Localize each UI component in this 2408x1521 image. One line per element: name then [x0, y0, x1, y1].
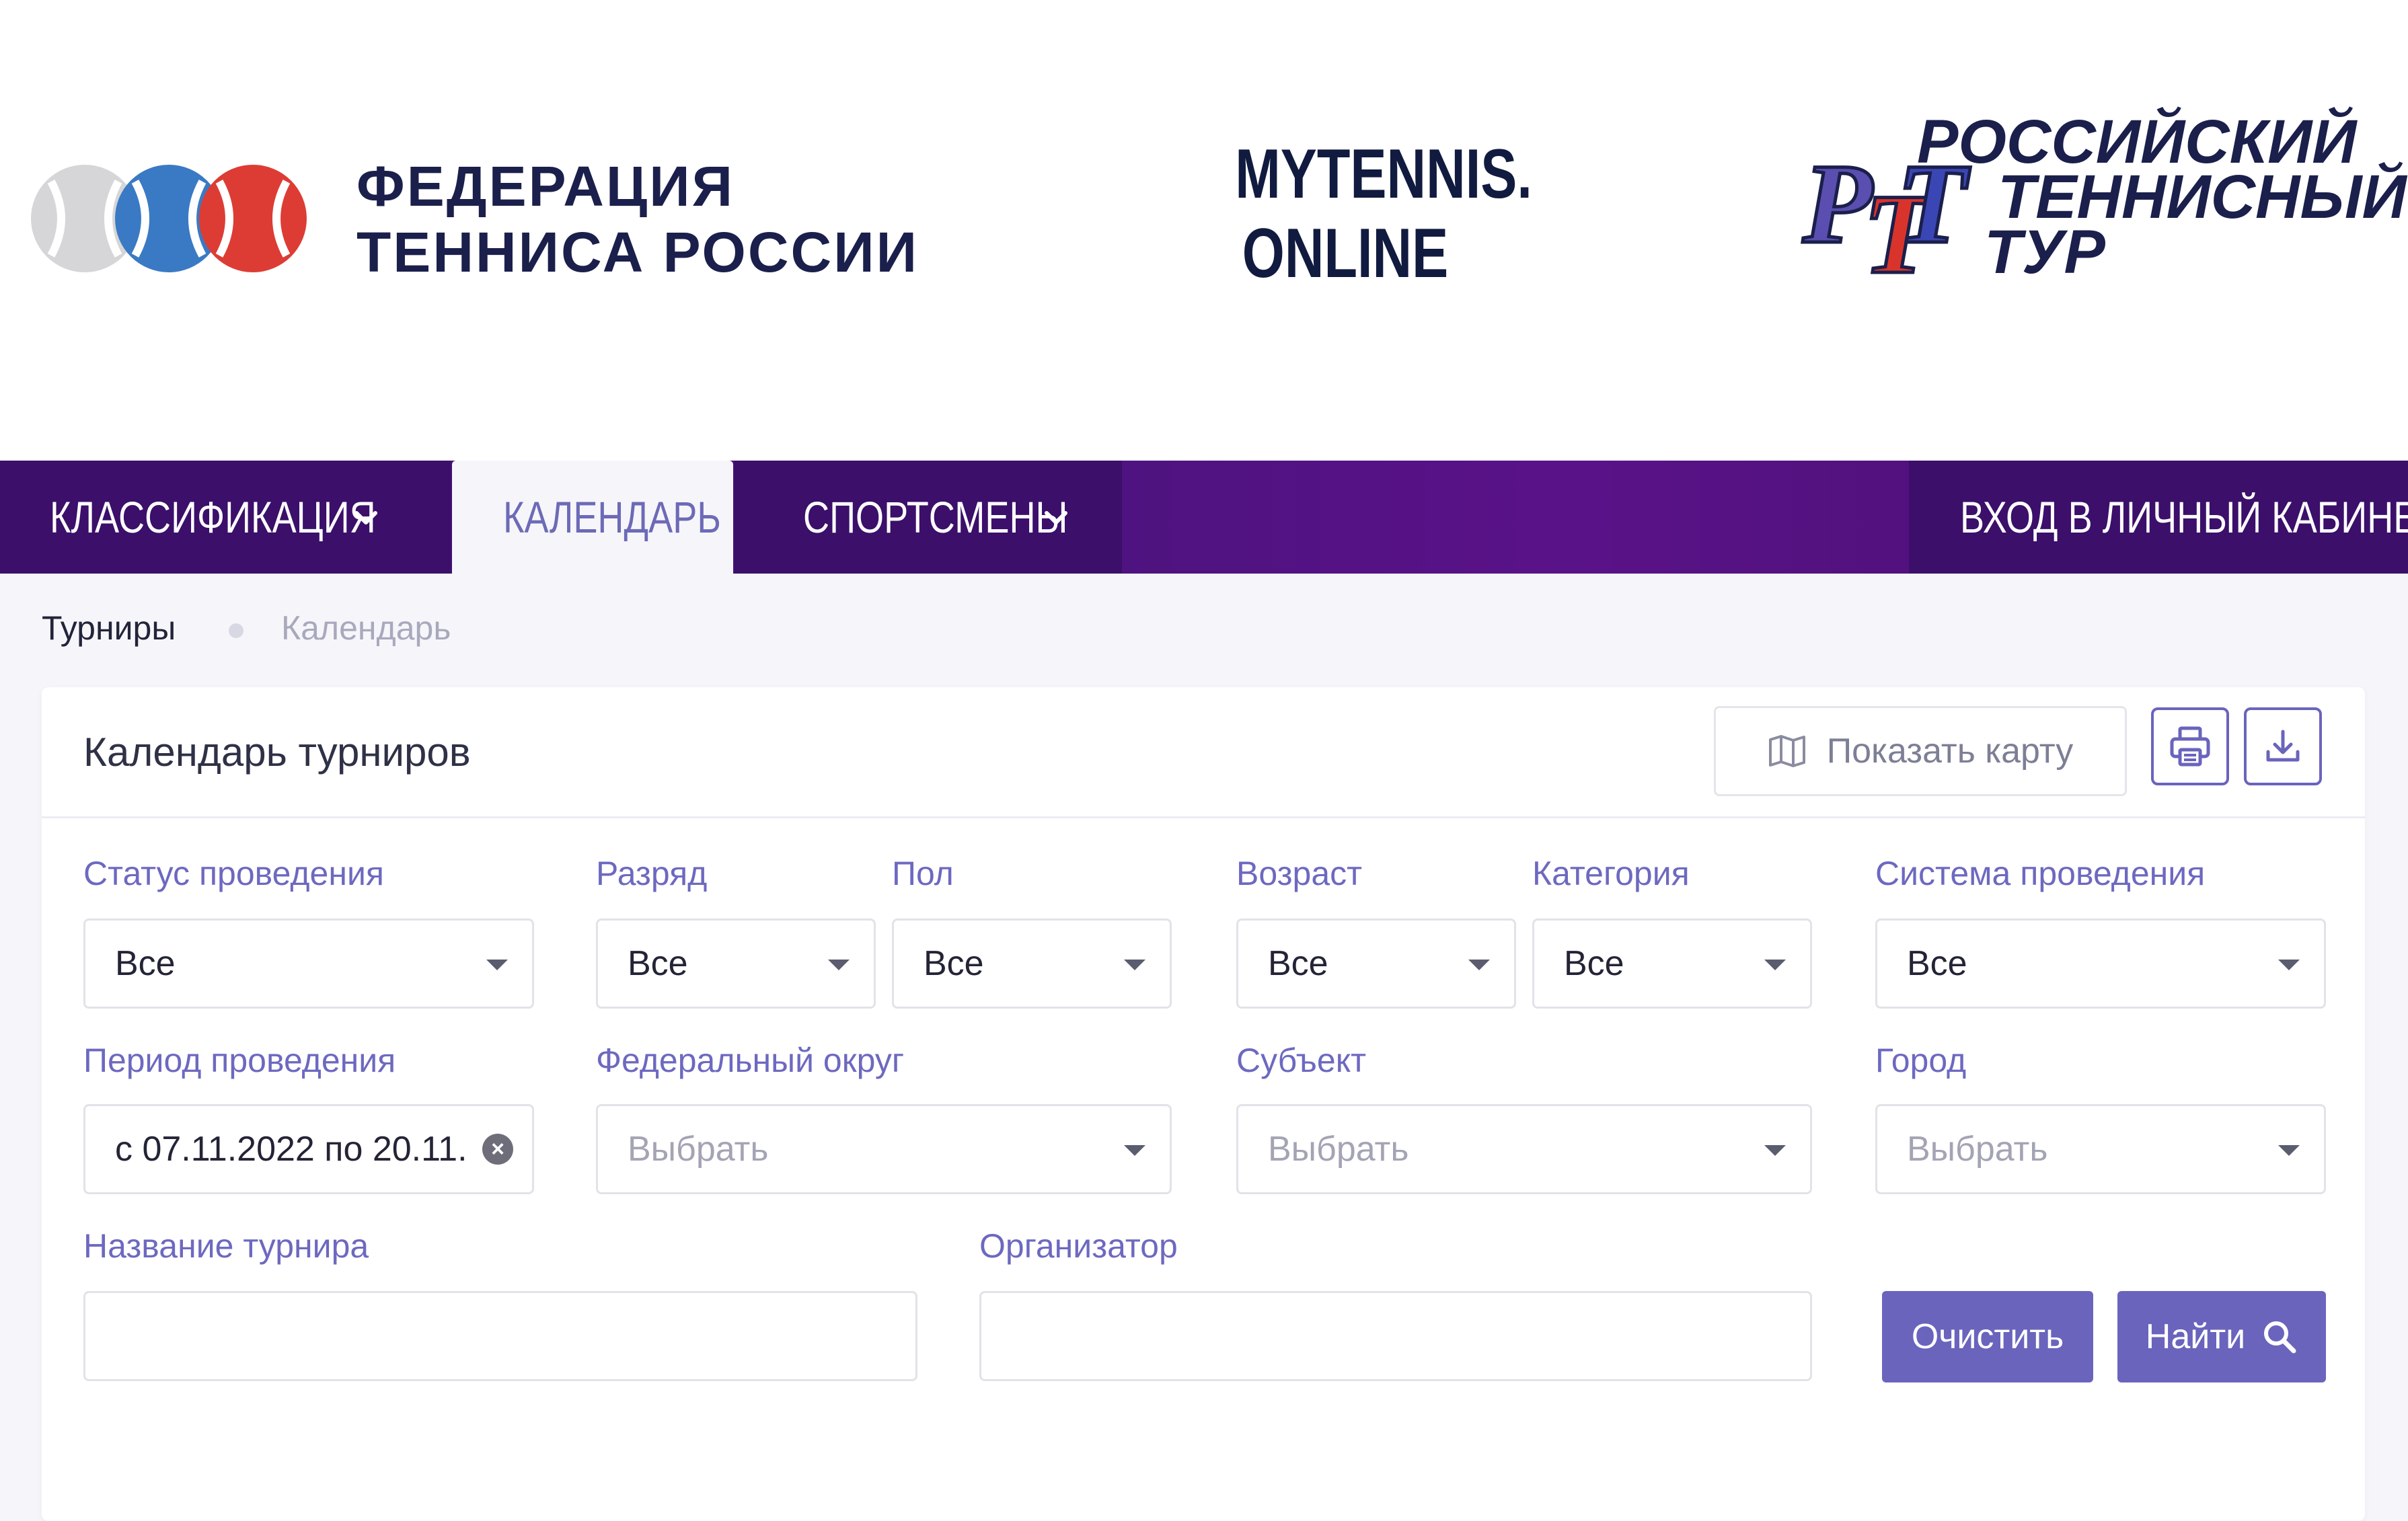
find-button[interactable]: Найти	[2117, 1291, 2326, 1382]
main-navbar: КЛАССИФИКАЦИЯ КАЛЕНДАРЬ СПОРТСМЕНЫ ВХОД …	[0, 461, 2408, 574]
caret-down-icon	[828, 960, 850, 970]
system-select[interactable]: Все	[1875, 919, 2326, 1009]
card-title: Календарь турниров	[83, 730, 471, 775]
subject-select[interactable]: Выбрать	[1236, 1104, 1812, 1194]
caret-down-icon	[1764, 1145, 1786, 1156]
search-icon	[2264, 1321, 2296, 1354]
age-label: Возраст	[1236, 855, 1363, 892]
system-value: Все	[1907, 944, 1967, 983]
caret-down-icon	[486, 960, 508, 970]
clear-button-label: Очистить	[1911, 1317, 2064, 1356]
ftr-logo-text[interactable]: ФЕДЕРАЦИЯ ТЕННИСА РОССИИ	[356, 153, 919, 285]
rank-select[interactable]: Все	[596, 919, 876, 1009]
organizer-label: Организатор	[979, 1227, 1178, 1265]
nav-calendar[interactable]: КАЛЕНДАРЬ	[452, 461, 733, 574]
category-value: Все	[1564, 944, 1624, 983]
age-value: Все	[1268, 944, 1328, 983]
status-select[interactable]: Все	[83, 919, 534, 1009]
print-button[interactable]	[2151, 707, 2229, 785]
district-label: Федеральный округ	[596, 1042, 905, 1079]
breadcrumb-current: Календарь	[281, 609, 451, 647]
ftr-logo-icon[interactable]	[24, 155, 313, 282]
caret-down-icon	[1764, 960, 1786, 970]
mytennis-line-2: ONLINE	[1242, 214, 1449, 292]
tournament-name-input[interactable]	[83, 1291, 917, 1381]
period-value: с 07.11.2022 по 20.11.	[115, 1130, 467, 1169]
ftr-line-1: ФЕДЕРАЦИЯ	[356, 155, 735, 218]
category-select[interactable]: Все	[1532, 919, 1812, 1009]
nav-athletes[interactable]: СПОРТСМЕНЫ	[735, 461, 1122, 574]
nav-login[interactable]: ВХОД В ЛИЧНЫЙ КАБИНЕТ	[1909, 461, 2408, 574]
status-label: Статус проведения	[83, 855, 384, 892]
subject-placeholder: Выбрать	[1268, 1130, 1409, 1169]
download-button[interactable]	[2244, 707, 2322, 785]
rtt-logo-text[interactable]: РОССИЙСКИЙ ТЕННИСНЫЙ ТУР	[1917, 108, 2407, 286]
find-button-label: Найти	[2145, 1317, 2246, 1356]
caret-down-icon	[2278, 960, 2300, 970]
nav-login-label: ВХОД В ЛИЧНЫЙ КАБИНЕТ	[1960, 492, 2408, 542]
clear-button[interactable]: Очистить	[1882, 1291, 2093, 1382]
rtt-line-3: ТУР	[1984, 218, 2105, 286]
nav-calendar-label: КАЛЕНДАРЬ	[503, 492, 721, 542]
caret-down-icon	[1124, 960, 1145, 970]
chevron-down-icon	[1045, 511, 1067, 524]
caret-down-icon	[1124, 1145, 1145, 1156]
gender-select[interactable]: Все	[892, 919, 1172, 1009]
caret-down-icon	[2278, 1145, 2300, 1156]
nav-classification-label: КЛАССИФИКАЦИЯ	[50, 492, 376, 542]
download-icon	[2266, 730, 2300, 762]
rank-label: Разряд	[596, 855, 708, 892]
breadcrumb-separator	[229, 623, 243, 638]
chevron-down-icon	[354, 511, 377, 524]
status-value: Все	[115, 944, 176, 983]
nav-classification[interactable]: КЛАССИФИКАЦИЯ	[0, 461, 451, 574]
card-header: Календарь турниров Показать карту	[42, 687, 2365, 818]
print-icon	[2170, 726, 2210, 767]
city-select[interactable]: Выбрать	[1875, 1104, 2326, 1194]
period-label: Период проведения	[83, 1042, 396, 1079]
system-label: Система проведения	[1875, 855, 2206, 892]
organizer-input[interactable]	[979, 1291, 1812, 1381]
caret-down-icon	[1468, 960, 1490, 970]
age-select[interactable]: Все	[1236, 919, 1516, 1009]
subject-label: Субъект	[1236, 1042, 1367, 1079]
show-map-label: Показать карту	[1826, 732, 2074, 771]
rank-value: Все	[628, 944, 688, 983]
map-icon	[1768, 735, 1805, 767]
gender-label: Пол	[892, 855, 954, 892]
category-label: Категория	[1532, 855, 1690, 892]
city-placeholder: Выбрать	[1907, 1130, 2048, 1169]
gender-value: Все	[924, 944, 984, 983]
mytennis-line-1: MYTENNIS.	[1235, 135, 1532, 213]
tournament-calendar-card: Календарь турниров Показать карту Статус…	[42, 687, 2365, 1521]
site-header: ФЕДЕРАЦИЯ ТЕННИСА РОССИИ MYTENNIS. ONLIN…	[0, 0, 2408, 461]
mytennis-logo[interactable]: MYTENNIS. ONLINE	[1235, 134, 1532, 293]
rtt-line-2: ТЕННИСНЫЙ	[1998, 163, 2407, 231]
show-map-button[interactable]: Показать карту	[1714, 706, 2127, 796]
city-label: Город	[1875, 1042, 1967, 1079]
district-placeholder: Выбрать	[628, 1130, 769, 1169]
period-field[interactable]: с 07.11.2022 по 20.11. ×	[83, 1104, 534, 1194]
breadcrumb-tournaments[interactable]: Турниры	[42, 609, 176, 648]
ftr-line-2: ТЕННИСА РОССИИ	[356, 221, 919, 284]
rtt-line-1: РОССИЙСКИЙ	[1917, 108, 2357, 176]
tournament-name-label: Название турнира	[83, 1227, 369, 1265]
nav-athletes-label: СПОРТСМЕНЫ	[803, 492, 1068, 542]
district-select[interactable]: Выбрать	[596, 1104, 1172, 1194]
clear-period-icon[interactable]: ×	[482, 1134, 513, 1165]
